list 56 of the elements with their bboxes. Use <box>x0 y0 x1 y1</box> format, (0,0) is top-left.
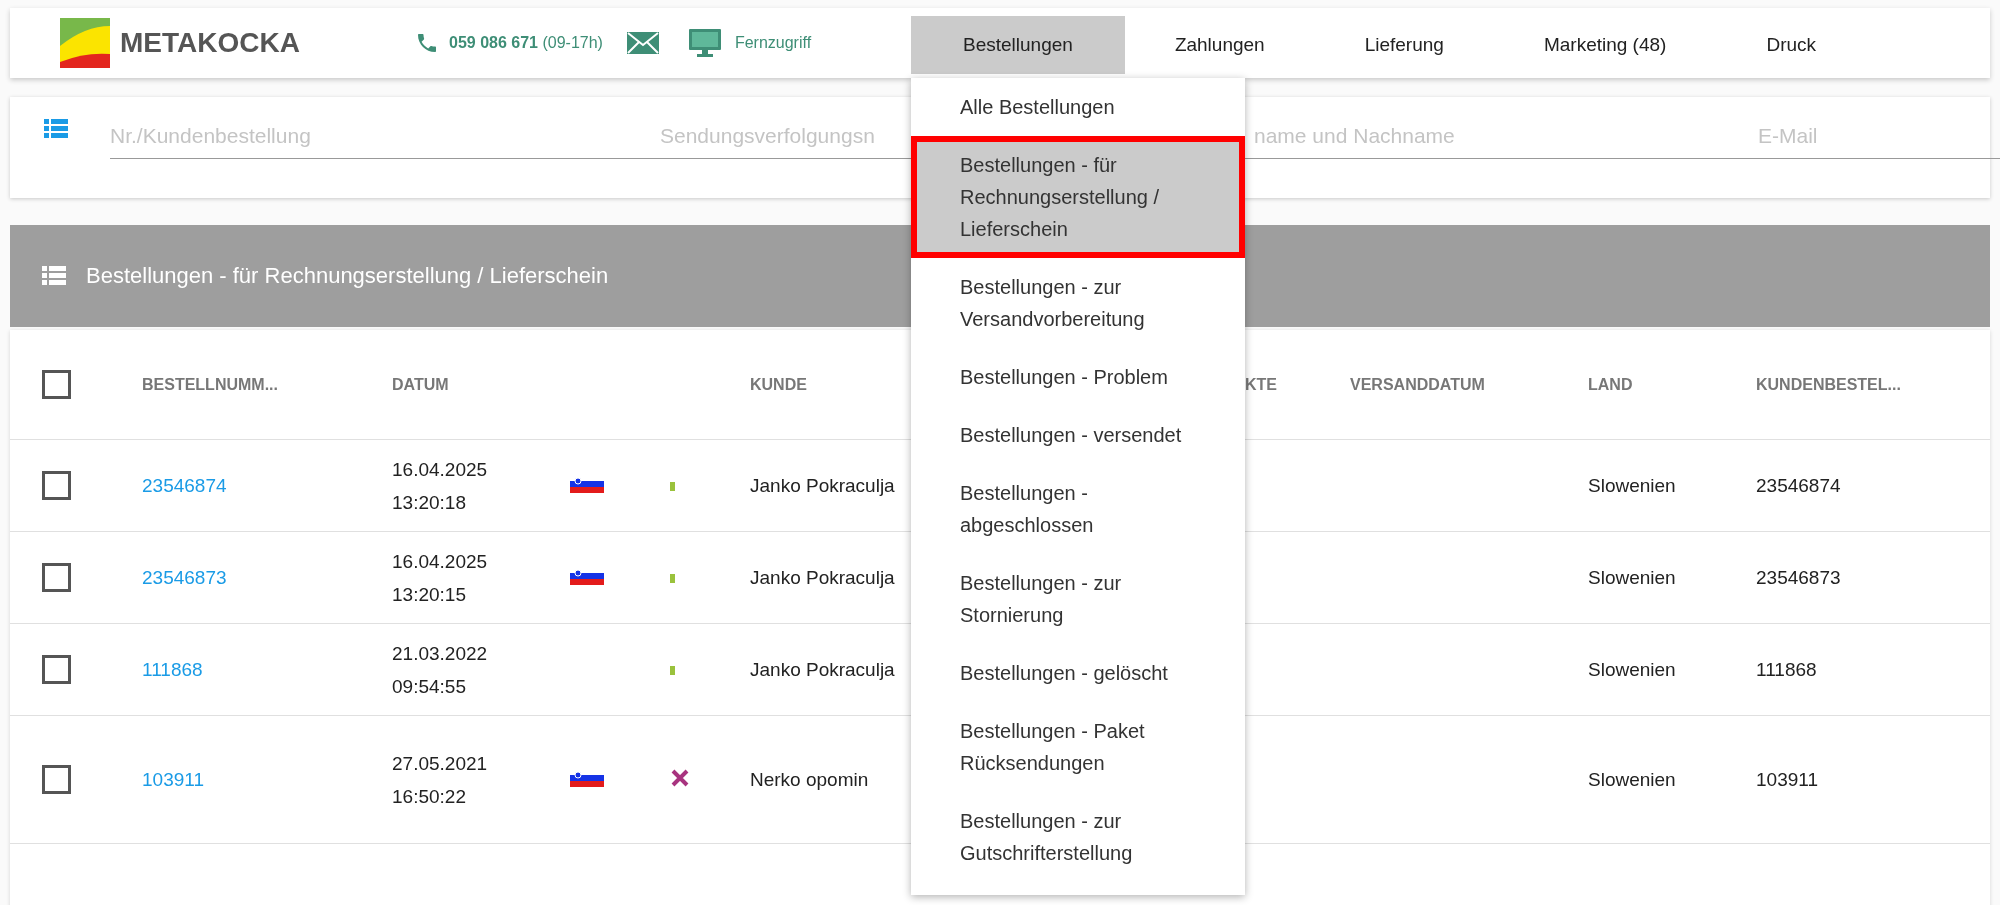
phone-icon[interactable] <box>415 31 439 55</box>
nav-tab[interactable]: Bestellungen <box>911 16 1125 74</box>
menu-item[interactable]: Bestellungen - für Rechnungserstellung / Lieferschein <box>911 136 1245 258</box>
search-field[interactable]: Nr./Kundenbestellung <box>110 119 660 153</box>
list-icon <box>44 119 68 139</box>
column-header: VERSANDDATUM <box>1350 375 1485 394</box>
order-date: 16.04.2025 13:20:15 <box>392 549 489 607</box>
column-header: LAND <box>1588 375 1633 394</box>
column-header: KUNDE <box>750 375 807 394</box>
country: Slowenien <box>1588 768 1676 791</box>
row-checkbox[interactable] <box>42 471 71 500</box>
select-all-checkbox[interactable] <box>42 370 71 399</box>
order-date: 27.05.2021 16:50:22 <box>392 751 489 809</box>
menu-item[interactable]: Bestellungen - zur Stornierung <box>911 554 1245 644</box>
column-header: KTE <box>1244 375 1277 394</box>
list-icon <box>42 266 66 286</box>
customer-name: Nerko opomin <box>750 768 869 791</box>
row-checkbox[interactable] <box>42 563 71 592</box>
nav-tab[interactable]: Zahlungen <box>1124 16 1315 74</box>
customer-name: Janko Pokraculja <box>750 658 895 681</box>
menu-item[interactable]: Bestellungen - Paket Rücksendungen <box>911 702 1245 792</box>
customer-order-number: 23546874 <box>1756 474 1841 497</box>
search-field[interactable]: name und Nachname <box>1254 119 1758 153</box>
customer-order-number: 23546873 <box>1756 566 1841 589</box>
order-date: 16.04.2025 13:20:18 <box>392 457 489 515</box>
nav-tab[interactable]: Marketing (48) <box>1493 16 1717 74</box>
menu-item[interactable]: Alle Bestellungen <box>911 78 1245 136</box>
phone-number: 059 086 671 (09-17h) <box>449 34 603 52</box>
mail-icon[interactable] <box>626 32 659 54</box>
customer-name: Janko Pokraculja <box>750 566 895 589</box>
row-checkbox[interactable] <box>42 765 71 794</box>
menu-item[interactable]: Bestellungen - zur Gutschrifterstellung <box>911 792 1245 882</box>
menu-item[interactable]: Bestellungen - abgeschlossen <box>911 464 1245 554</box>
nav-tab[interactable]: Druck <box>1716 16 1867 74</box>
menu-item[interactable]: Bestellungen - versendet <box>911 406 1245 464</box>
column-header: DATUM <box>392 375 449 394</box>
customer-order-number: 103911 <box>1756 768 1818 791</box>
country: Slowenien <box>1588 566 1676 589</box>
menu-item[interactable]: Bestellungen - zur Versandvorbereitung <box>911 258 1245 348</box>
customer-name: Janko Pokraculja <box>750 474 895 497</box>
nav-tab[interactable]: Lieferung <box>1314 16 1494 74</box>
column-header: KUNDENBESTEL... <box>1756 375 1901 394</box>
monitor-icon[interactable] <box>688 29 721 57</box>
country: Slowenien <box>1588 474 1676 497</box>
country: Slowenien <box>1588 658 1676 681</box>
customer-order-number: 111868 <box>1756 658 1817 681</box>
remote-access-link[interactable]: Fernzugriff <box>734 34 812 52</box>
menu-item[interactable]: Bestellungen - gelöscht <box>911 644 1245 702</box>
order-date: 21.03.2022 09:54:55 <box>392 641 489 699</box>
column-header: BESTELLNUMM... <box>142 375 278 394</box>
section-title: Bestellungen - für Rechnungserstellung / Lieferschein <box>86 263 609 289</box>
search-field[interactable]: E-Mail <box>1758 119 2000 153</box>
brand-name: METAKOCKA <box>120 27 300 59</box>
menu-item[interactable]: Bestellungen - Problem <box>911 348 1245 406</box>
logo-icon <box>60 18 110 68</box>
row-checkbox[interactable] <box>42 655 71 684</box>
